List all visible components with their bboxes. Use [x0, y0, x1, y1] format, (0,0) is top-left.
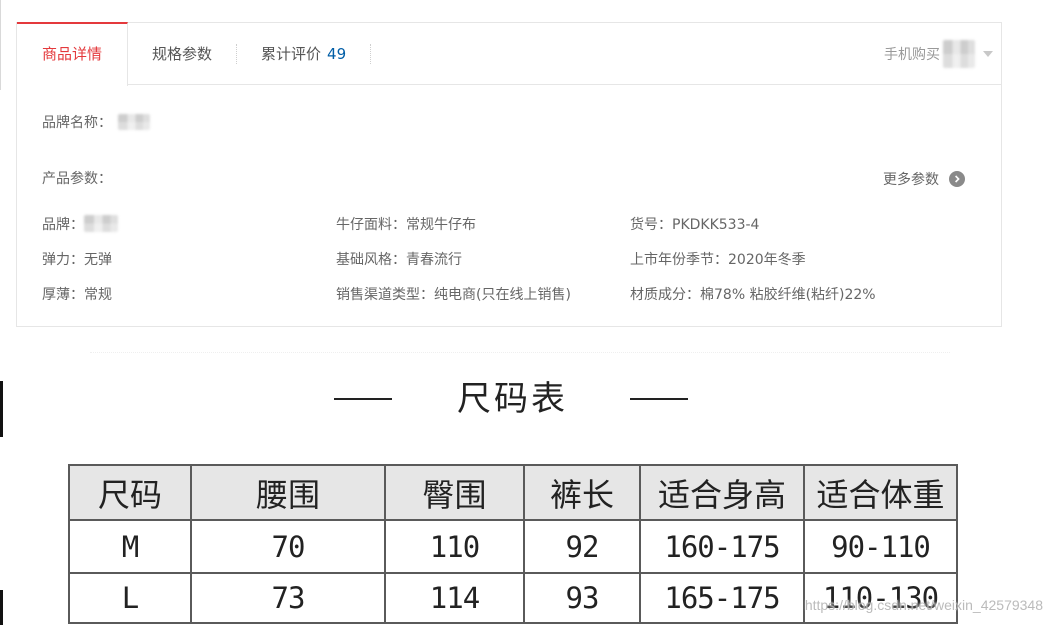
product-detail-panel: 商品详情 规格参数 累计评价 49 手机购买 品牌名称： 产品参数： 更多参数 …	[16, 22, 1002, 327]
param-item: 弹力：无弹	[42, 251, 112, 268]
table-cell: 110	[386, 521, 525, 572]
param-item: 销售渠道类型：纯电商(只在线上销售)	[336, 286, 571, 303]
tab-label: 累计评价	[261, 45, 322, 63]
tab-label: 商品详情	[41, 45, 102, 63]
product-params-title: 产品参数：	[42, 171, 112, 187]
tab-specifications[interactable]: 规格参数	[128, 23, 236, 84]
table-row: M 70 110 92 160-175 90-110	[70, 521, 956, 574]
tab-label: 规格参数	[152, 45, 213, 63]
param-list: 品牌： 牛仔面料：常规牛仔布 货号：PKDKK533-4 弹力：无弹 基础风格：…	[42, 206, 924, 311]
table-header-cell: 裤长	[525, 466, 641, 519]
size-chart-heading: 尺码表	[0, 378, 1022, 420]
table-header-cell: 臀围	[386, 466, 525, 519]
arrow-right-circle-icon	[949, 171, 965, 187]
param-item: 货号：PKDKK533-4	[630, 216, 760, 233]
watermark: https://blog.csdn.net/weixin_42579348	[804, 597, 1043, 613]
table-cell: 92	[525, 521, 641, 572]
param-item: 厚薄：常规	[42, 286, 112, 303]
chevron-down-icon	[983, 50, 993, 57]
table-cell: L	[70, 574, 192, 622]
table-cell: 160-175	[641, 521, 805, 572]
param-item: 牛仔面料：常规牛仔布	[336, 216, 476, 233]
table-header-cell: 适合身高	[641, 466, 805, 519]
more-params-label: 更多参数	[883, 172, 939, 188]
table-header-cell: 腰围	[192, 466, 386, 519]
table-cell: 73	[192, 574, 386, 622]
title-dash-right	[630, 398, 688, 400]
param-item: 上市年份季节：2020年冬季	[630, 251, 806, 268]
param-item: 品牌：	[42, 206, 336, 241]
left-edge-bar	[0, 590, 3, 625]
size-chart-title: 尺码表	[457, 379, 568, 419]
title-dash-left	[334, 398, 392, 400]
table-cell: 90-110	[831, 529, 931, 564]
brand-link[interactable]	[84, 215, 118, 232]
more-params-link[interactable]: 更多参数	[883, 169, 965, 189]
left-edge-line	[0, 0, 1, 90]
tab-reviews[interactable]: 累计评价 49	[237, 23, 370, 84]
param-item: 材质成分：棉78% 粘胶纤维(粘纤)22%	[630, 286, 876, 303]
table-cell: 70	[192, 521, 386, 572]
table-header-row: 尺码 腰围 臀围 裤长 适合身高 适合体重	[70, 466, 956, 521]
table-cell: 114	[386, 574, 525, 622]
table-header-cell: 适合体重	[816, 475, 945, 514]
table-cell: M	[70, 521, 192, 572]
brand-name-row: 品牌名称：	[42, 112, 150, 132]
mobile-buy-label: 手机购买	[884, 46, 940, 63]
page: 商品详情 规格参数 累计评价 49 手机购买 品牌名称： 产品参数： 更多参数 …	[0, 0, 1052, 625]
review-count: 49	[327, 44, 347, 63]
tab-separator	[370, 43, 372, 64]
tab-bar: 商品详情 规格参数 累计评价 49 手机购买	[17, 22, 1001, 86]
brand-name-link[interactable]	[118, 114, 150, 130]
param-item: 基础风格：青春流行	[336, 251, 462, 268]
table-cell: 165-175	[641, 574, 805, 622]
brand-name-label: 品牌名称：	[42, 115, 112, 131]
image-divider	[90, 352, 950, 353]
table-cell: 93	[525, 574, 641, 622]
qr-code-icon	[943, 39, 975, 68]
table-header-cell: 尺码	[70, 466, 192, 519]
detail-body: 品牌名称： 产品参数： 更多参数 品牌： 牛仔面料：常规牛仔布 货号：PKDKK…	[17, 85, 1001, 326]
param-label: 品牌：	[42, 216, 84, 233]
mobile-buy-button[interactable]: 手机购买	[884, 23, 1001, 84]
tab-product-detail[interactable]: 商品详情	[17, 22, 128, 86]
